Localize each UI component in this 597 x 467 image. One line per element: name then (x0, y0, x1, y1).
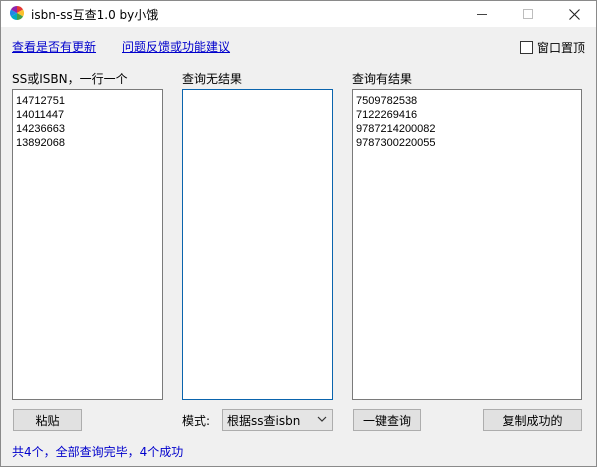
close-button[interactable] (552, 1, 596, 27)
query-all-button[interactable]: 一键查询 (353, 409, 421, 431)
text-line: 9787300220055 (356, 137, 436, 149)
minimize-button[interactable] (460, 1, 504, 27)
mode-label: 模式: (182, 414, 211, 428)
window-title: isbn-ss互查1.0 by小饿 (31, 8, 159, 22)
always-on-top-label: 窗口置顶 (537, 41, 586, 55)
input-textarea[interactable]: 14712751 14011447 14236663 13892068 (12, 89, 163, 400)
text-line: 9787214200082 (356, 123, 436, 135)
copy-success-button[interactable]: 复制成功的 (483, 409, 582, 431)
close-icon (568, 8, 580, 20)
no-result-textarea[interactable] (182, 89, 333, 400)
paste-button[interactable]: 粘贴 (13, 409, 82, 431)
app-window: isbn-ss互查1.0 by小饿 查看是否有更新 问题反馈或功能建议 窗口置顶… (0, 0, 597, 467)
result-textarea[interactable]: 7509782538 7122269416 9787214200082 9787300… (352, 89, 582, 400)
input-column-label: SS或ISBN，一行一个 (12, 72, 128, 86)
feedback-link[interactable]: 问题反馈或功能建议 (122, 38, 230, 55)
text-line: 7122269416 (356, 109, 418, 121)
color-wheel-icon (10, 6, 24, 20)
minimize-icon (477, 13, 487, 15)
always-on-top-checkbox[interactable] (520, 41, 533, 54)
text-line: 14236663 (16, 123, 65, 135)
mode-select-value: 根据ss查isbn (227, 413, 301, 428)
status-text: 共4个，全部查询完毕，4个成功 (12, 445, 184, 459)
maximize-button[interactable] (506, 1, 550, 27)
text-line: 14011447 (16, 109, 65, 121)
check-update-link[interactable]: 查看是否有更新 (12, 38, 96, 55)
mode-select[interactable]: 根据ss查isbn (222, 409, 333, 431)
no-result-column-label: 查询无结果 (182, 72, 243, 86)
chevron-down-icon (317, 416, 327, 422)
title-bar[interactable]: isbn-ss互查1.0 by小饿 (1, 1, 596, 27)
maximize-icon (523, 9, 533, 19)
result-column-label: 查询有结果 (352, 72, 413, 86)
text-line: 13892068 (16, 137, 65, 149)
text-line: 14712751 (16, 95, 65, 107)
always-on-top-toggle[interactable]: 窗口置顶 (520, 39, 585, 56)
text-line: 7509782538 (356, 95, 418, 107)
